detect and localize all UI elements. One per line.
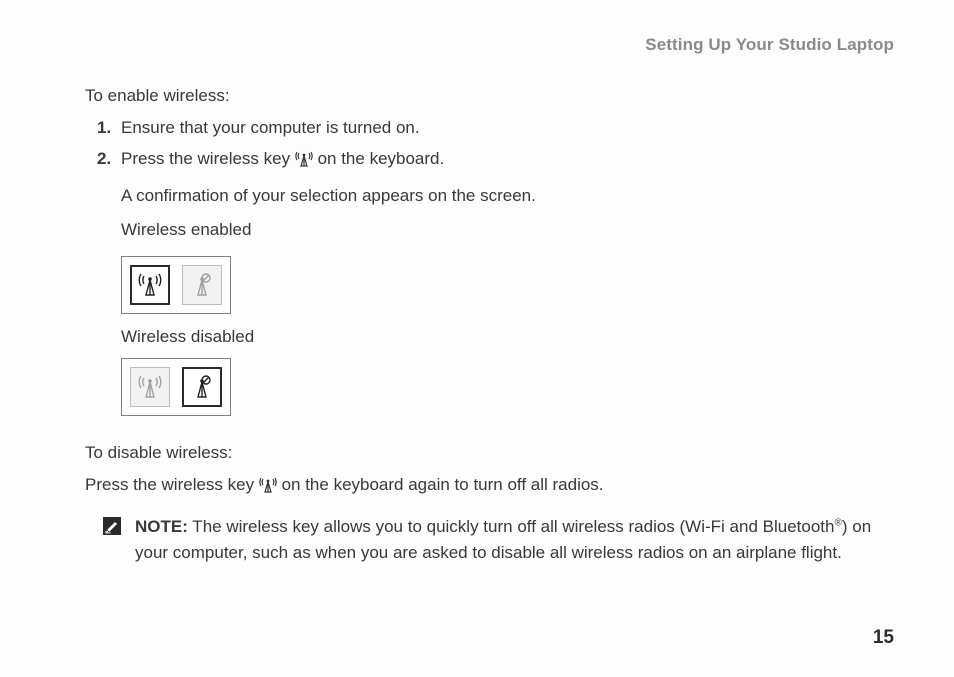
antenna-on-box	[130, 265, 170, 305]
step-2-text-before: Press the wireless key	[121, 149, 295, 168]
wireless-antenna-icon	[259, 475, 277, 501]
manual-page: Setting Up Your Studio Laptop To enable …	[0, 0, 954, 677]
enable-intro: To enable wireless:	[85, 83, 894, 109]
page-number: 15	[873, 627, 894, 649]
note-block: NOTE: The wireless key allows you to qui…	[85, 514, 894, 567]
disable-intro: To disable wireless:	[85, 440, 894, 466]
wireless-disabled-indicator	[121, 358, 231, 416]
step-2-number: 2.	[97, 146, 111, 172]
antenna-off-box-active	[182, 367, 222, 407]
note-text-a: The wireless key allows you to quickly t…	[188, 517, 835, 536]
wireless-disabled-label: Wireless disabled	[121, 324, 894, 350]
section-header: Setting Up Your Studio Laptop	[85, 35, 894, 55]
disable-text-after: on the keyboard again to turn off all ra…	[282, 475, 604, 494]
wireless-enabled-label: Wireless enabled	[121, 217, 894, 243]
disabled-label-row: Wireless disabled	[85, 324, 894, 350]
step-2: 2. Press the wireless key on the keyboar…	[121, 146, 894, 244]
confirmation-text: A confirmation of your selection appears…	[121, 183, 894, 209]
disable-text-before: Press the wireless key	[85, 475, 259, 494]
wireless-enabled-indicator	[121, 256, 231, 314]
wireless-antenna-icon	[295, 149, 313, 175]
note-text: NOTE: The wireless key allows you to qui…	[135, 514, 894, 567]
step-1: 1. Ensure that your computer is turned o…	[121, 115, 894, 141]
enable-steps-list: 1. Ensure that your computer is turned o…	[85, 115, 894, 243]
step-1-text: Ensure that your computer is turned on.	[121, 118, 420, 137]
antenna-off-box	[182, 265, 222, 305]
registered-mark: ®	[834, 517, 841, 528]
step-1-number: 1.	[97, 115, 111, 141]
step-2-text-after: on the keyboard.	[318, 149, 445, 168]
antenna-on-box-dim	[130, 367, 170, 407]
note-pencil-icon	[103, 517, 121, 535]
disable-instruction: Press the wireless key on the keyboard a…	[85, 472, 894, 501]
note-label: NOTE:	[135, 517, 188, 536]
